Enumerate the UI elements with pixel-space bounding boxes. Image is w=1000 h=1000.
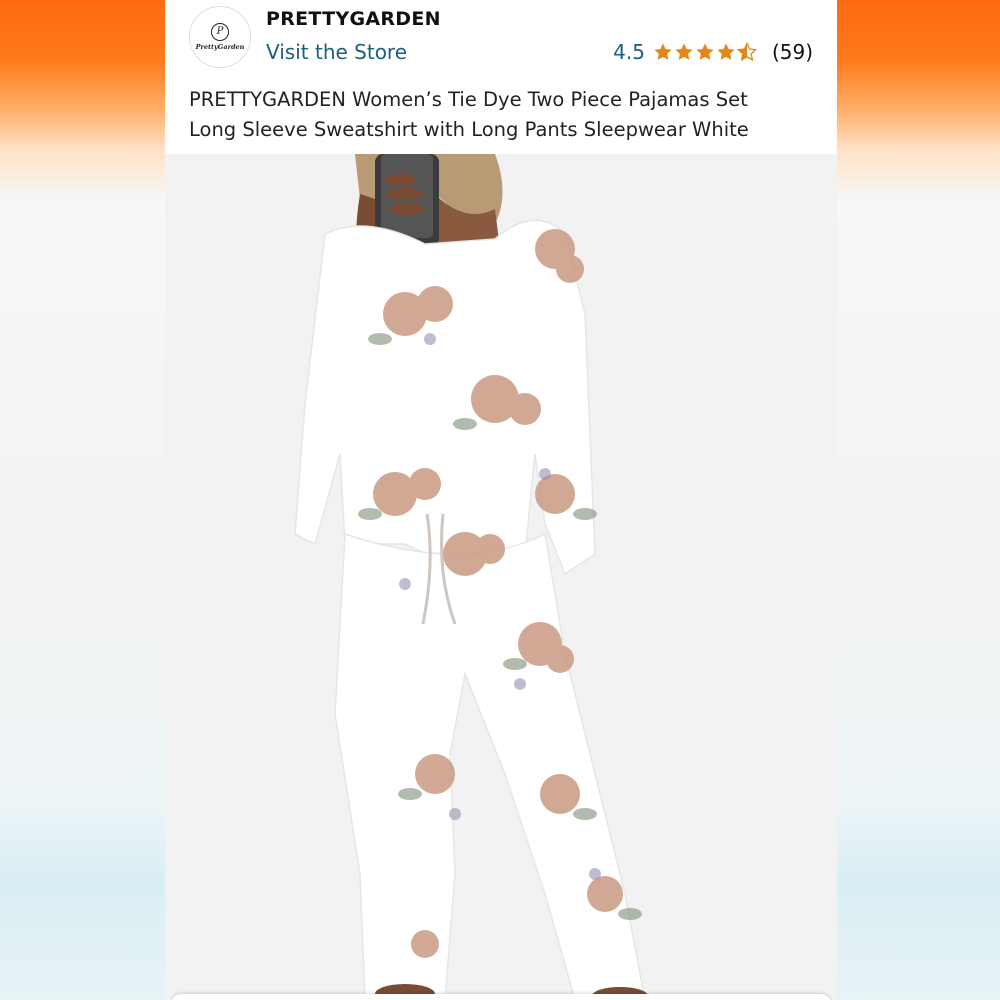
star-full-icon (717, 43, 735, 60)
bottom-sheet-handle[interactable] (171, 994, 831, 1000)
product-title-line-1: PRETTYGARDEN Women’s Tie Dye Two Piece P… (189, 88, 748, 111)
rating-summary[interactable]: 4.5 (59) (613, 40, 813, 64)
visit-store-link[interactable]: Visit the Store (266, 40, 407, 64)
brand-name: PRETTYGARDEN (266, 8, 441, 30)
logo-mark-icon: P (211, 23, 229, 41)
logo-text: PrettyGarden (195, 43, 245, 51)
star-rating (653, 42, 758, 62)
star-full-icon (675, 43, 693, 60)
review-count: (59) (771, 40, 813, 64)
star-full-icon (654, 43, 672, 60)
product-image[interactable] (165, 154, 837, 1000)
product-card: P PrettyGarden PRETTYGARDEN Visit the St… (165, 0, 837, 1000)
star-half-icon (736, 42, 757, 62)
rating-value: 4.5 (613, 40, 645, 64)
product-title-line-2: Long Sleeve Sweatshirt with Long Pants S… (189, 118, 749, 141)
pajama-photo-illustration (165, 154, 837, 1000)
star-full-icon (696, 43, 714, 60)
product-header: P PrettyGarden PRETTYGARDEN Visit the St… (165, 0, 837, 154)
product-title: PRETTYGARDEN Women’s Tie Dye Two Piece P… (189, 85, 819, 145)
store-logo[interactable]: P PrettyGarden (189, 6, 251, 68)
